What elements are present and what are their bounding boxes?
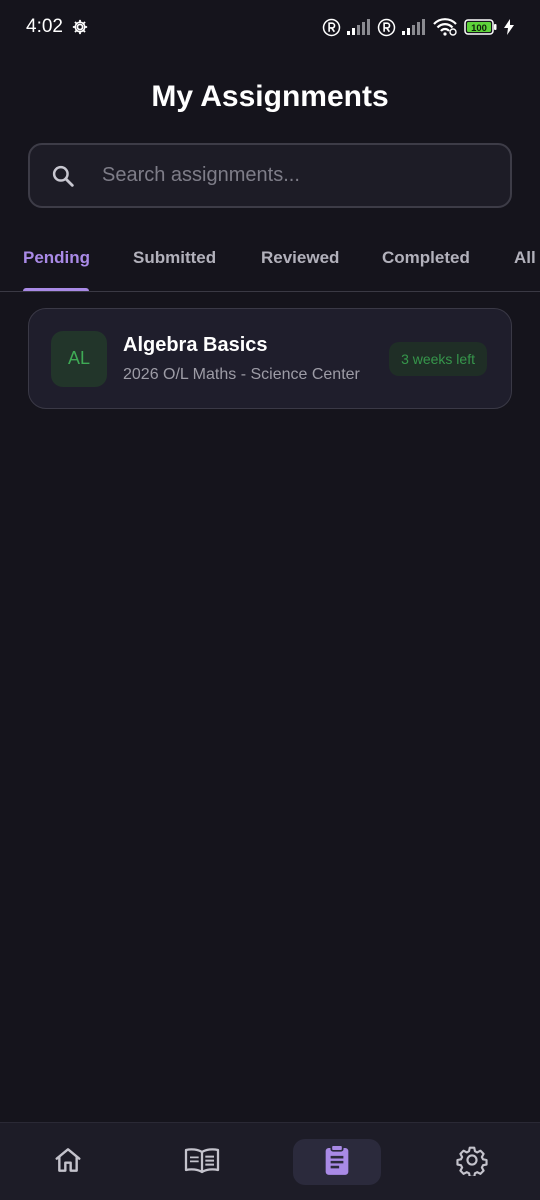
clipboard-icon (322, 1143, 352, 1182)
signal-strength-icon (347, 19, 371, 35)
roaming-icon (322, 18, 341, 37)
book-icon (183, 1144, 221, 1181)
tab-reviewed[interactable]: Reviewed (261, 248, 339, 268)
battery-icon: 100 (464, 18, 498, 36)
settings-gear-icon (71, 18, 89, 36)
nav-settings-button[interactable] (428, 1139, 516, 1185)
status-bar: 4:02 100 (0, 0, 540, 54)
charging-bolt-icon (504, 19, 514, 35)
wifi-icon (432, 17, 458, 37)
search-icon (50, 163, 76, 189)
search-input[interactable] (102, 155, 510, 196)
status-left: 4:02 (26, 16, 89, 38)
tab-all[interactable]: All (514, 248, 536, 268)
page-title: My Assignments (151, 80, 389, 113)
assignment-title: Algebra Basics (123, 333, 268, 356)
assignment-subtitle: 2026 O/L Maths - Science Center (123, 365, 360, 383)
nav-home-button[interactable] (24, 1139, 112, 1185)
status-tabs: Pending Submitted Reviewed Completed All (0, 236, 540, 292)
status-time: 4:02 (26, 16, 63, 37)
gear-icon (456, 1144, 488, 1181)
app-screen: 4:02 100 My Assignments Search assignmen… (0, 0, 540, 1200)
tab-completed[interactable]: Completed (382, 248, 470, 268)
nav-courses-button[interactable] (158, 1139, 246, 1185)
nav-assignments-button[interactable] (293, 1139, 381, 1185)
assignment-text: Algebra Basics 2026 O/L Maths - Science … (123, 334, 360, 384)
roaming-icon-2 (377, 18, 396, 37)
bottom-nav (0, 1122, 540, 1200)
status-right: 100 (322, 17, 514, 37)
search-box[interactable] (28, 143, 512, 208)
assignment-avatar: AL (51, 330, 107, 387)
tab-pending[interactable]: Pending (23, 248, 90, 268)
active-tab-indicator (23, 288, 89, 291)
signal-strength-icon-2 (402, 19, 426, 35)
battery-level: 100 (471, 23, 487, 34)
due-badge: 3 weeks left (389, 342, 487, 376)
assignment-card[interactable]: AL Algebra Basics 2026 O/L Maths - Scien… (28, 308, 512, 409)
tab-submitted[interactable]: Submitted (133, 248, 216, 268)
home-icon (52, 1144, 84, 1181)
